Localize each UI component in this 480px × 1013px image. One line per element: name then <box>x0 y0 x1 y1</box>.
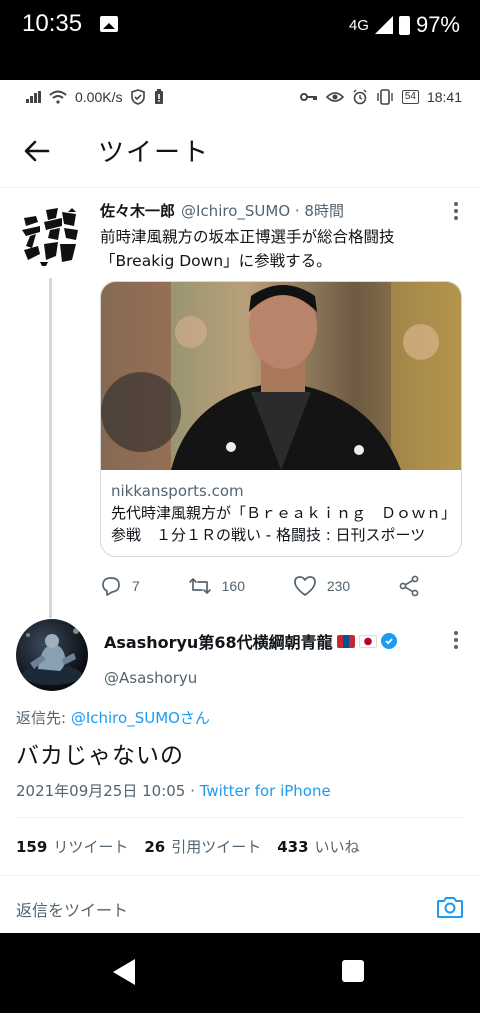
vibrate-icon <box>377 89 393 105</box>
tweet2-author-handle[interactable]: @Asashoryu <box>104 669 397 687</box>
gallery-notification-icon <box>100 16 118 32</box>
more-dot-icon <box>454 209 458 213</box>
reply-icon <box>102 577 120 596</box>
eye-icon <box>325 92 344 102</box>
tweet1-text: 前時津風親方の坂本正博選手が総合格闘技 「Breakig Down」に参戦する。 <box>100 225 464 273</box>
likes-stat-label: いいね <box>314 838 360 856</box>
tweet2-timestamp: 2021年09月25日 10:05 · <box>16 782 200 800</box>
tweet1-author-handle[interactable]: @Ichiro_SUMO · 8時間 <box>181 200 344 221</box>
japan-flag-icon <box>358 634 377 648</box>
status-time: 10:35 <box>22 10 83 37</box>
thread-connector <box>49 278 52 618</box>
quotes-stat-count: 26 <box>144 838 166 856</box>
inner-time: 18:41 <box>426 89 462 105</box>
retweets-stat[interactable]: 159 リツイート <box>16 836 128 857</box>
tweet1-text-line: 「Breakig Down」に参戦する。 <box>100 252 332 270</box>
nav-back-icon[interactable] <box>113 959 135 985</box>
sumo-photo <box>22 628 82 685</box>
more-dot-icon <box>454 216 458 220</box>
tweet2-more-button[interactable] <box>454 631 458 649</box>
card-body: nikkansports.com 先代時津風親方が「Ｂｒｅａｋｉｎｇ Ｄｏｗｎ」… <box>101 470 461 556</box>
reply-input[interactable]: 返信をツイート <box>16 897 128 921</box>
camera-button[interactable] <box>436 895 464 923</box>
camera-icon <box>437 896 463 918</box>
retweet-count: 160 <box>221 578 245 594</box>
verified-badge-icon <box>380 633 397 649</box>
tweet2-name-row[interactable]: Asashoryu第68代横綱朝青龍 <box>104 629 397 653</box>
battery-alert-icon <box>155 89 164 104</box>
signal-icon <box>374 16 393 34</box>
inner-battery: 54 <box>401 90 419 104</box>
system-status-bar: 10:35 4G 97% <box>0 0 480 80</box>
network-type: 4G <box>348 16 369 34</box>
parent-tweet[interactable]: 佐々木一郎 @Ichiro_SUMO · 8時間 前時津風親方の坂本正博選手が総… <box>0 188 480 618</box>
key-icon <box>299 93 317 101</box>
retweet-button[interactable]: 160 <box>188 575 245 597</box>
reply-to-link[interactable]: @Ichiro_SUMOさん <box>71 709 210 727</box>
tweet1-text-line: 前時津風親方の坂本正博選手が総合格闘技 <box>100 228 395 246</box>
like-count: 230 <box>326 578 351 594</box>
deskama-avatar[interactable] <box>16 202 86 272</box>
mongolia-flag-icon <box>336 634 355 648</box>
alarm-icon <box>353 89 367 105</box>
share-icon <box>399 575 419 597</box>
retweet-icon <box>188 578 211 594</box>
like-button[interactable]: 230 <box>293 575 350 597</box>
reply-composer[interactable]: 返信をツイート <box>0 876 480 933</box>
more-dot-icon <box>454 631 458 635</box>
card-domain: nikkansports.com <box>111 482 244 500</box>
quotes-stat[interactable]: 26 引用ツイート <box>144 836 261 857</box>
reply-button[interactable]: 7 <box>100 575 140 597</box>
replying-to: 返信先: @Ichiro_SUMOさん <box>16 707 464 728</box>
more-dot-icon <box>454 202 458 206</box>
tweet1-author-name[interactable]: 佐々木一郎 <box>100 200 175 221</box>
tweet2-meta: 2021年09月25日 10:05 · Twitter for iPhone <box>16 780 464 818</box>
twitter-app: 0.00K/s 54 18:41 ツイート 佐々木一郎 @Ichiro_SUMO… <box>0 80 480 933</box>
deskama-logo-icon <box>22 208 78 266</box>
reply-count: 7 <box>132 578 140 594</box>
tweet2-source[interactable]: Twitter for iPhone <box>200 782 331 800</box>
back-button[interactable] <box>0 114 74 188</box>
tweet2-names: Asashoryu第68代横綱朝青龍 @Asashoryu <box>104 629 397 687</box>
link-card[interactable]: nikkansports.com 先代時津風親方が「Ｂｒｅａｋｉｎｇ Ｄｏｗｎ」… <box>100 281 462 557</box>
more-dot-icon <box>454 645 458 649</box>
network-speed: 0.00K/s <box>75 89 123 105</box>
likes-stat-count: 433 <box>277 838 309 856</box>
share-button[interactable] <box>398 575 420 597</box>
quotes-stat-label: 引用ツイート <box>171 838 262 856</box>
wifi-icon <box>49 90 67 104</box>
status-right-group: 4G 97% <box>349 12 460 38</box>
card-title: 先代時津風親方が「Ｂｒｅａｋｉｎｇ Ｄｏｗｎ」参戦 １分１Ｒの戦い - 格闘技 … <box>111 504 449 544</box>
focused-tweet: Asashoryu第68代横綱朝青龍 @Asashoryu 返信先: @Ichi… <box>0 611 480 933</box>
nav-recents-icon[interactable] <box>342 960 364 982</box>
page-header: ツイート <box>0 114 480 188</box>
tweet2-header: Asashoryu第68代横綱朝青龍 @Asashoryu <box>16 611 464 691</box>
mini-signal-icon <box>26 91 41 103</box>
asashoryu-avatar[interactable] <box>16 619 88 691</box>
inner-status-left: 0.00K/s <box>26 89 164 105</box>
tweet2-text: バカじゃないの <box>16 743 184 769</box>
more-dot-icon <box>454 638 458 642</box>
heart-icon <box>293 576 316 596</box>
inner-status-bar: 0.00K/s 54 18:41 <box>0 80 480 114</box>
retweets-stat-label: リツイート <box>53 838 129 856</box>
tweet1-actions: 7 160 230 <box>100 561 420 611</box>
tweet1-header: 佐々木一郎 @Ichiro_SUMO · 8時間 <box>100 200 464 221</box>
tweet2-stats: 159 リツイート 26 引用ツイート 433 いいね <box>0 818 480 876</box>
page-title: ツイート <box>98 138 211 168</box>
retweets-stat-count: 159 <box>16 838 48 856</box>
tweet2-author-name: Asashoryu第68代横綱朝青龍 <box>104 633 333 652</box>
system-nav-bar <box>0 933 480 1013</box>
card-photo <box>101 282 461 470</box>
reply-prefix: 返信先: <box>16 709 71 727</box>
shield-icon <box>131 89 146 105</box>
inner-status-right: 54 18:41 <box>299 89 462 105</box>
battery-percent: 97% <box>415 12 460 37</box>
arrow-left-icon <box>24 140 50 161</box>
tweet1-more-button[interactable] <box>454 202 458 220</box>
battery-icon <box>398 15 410 35</box>
likes-stat[interactable]: 433 いいね <box>277 836 359 857</box>
